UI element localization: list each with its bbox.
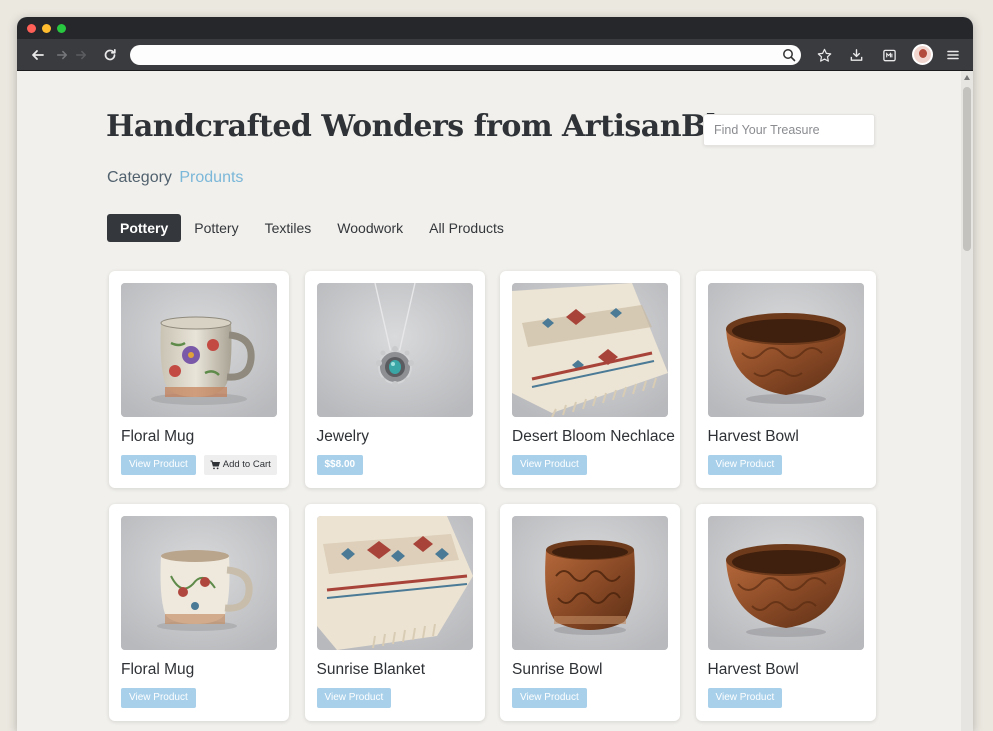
product-image[interactable] bbox=[121, 283, 277, 417]
tab-textiles[interactable]: Textiles bbox=[252, 214, 325, 242]
card-actions: View Product bbox=[707, 688, 783, 708]
maximize-window-button[interactable] bbox=[57, 24, 66, 33]
browser-window: Handcrafted Wonders from ArtisanBloom Fi… bbox=[17, 17, 973, 731]
product-card: Harvest Bowl View Product bbox=[695, 504, 876, 721]
add-to-cart-label: Add to Cart bbox=[222, 459, 271, 470]
vertical-scrollbar[interactable] bbox=[961, 71, 973, 731]
address-bar[interactable] bbox=[130, 45, 801, 65]
product-image[interactable] bbox=[121, 516, 277, 650]
tab-pottery[interactable]: Pottery bbox=[181, 214, 251, 242]
view-product-button[interactable]: View Product bbox=[121, 688, 196, 708]
product-image[interactable] bbox=[707, 516, 864, 650]
category-label: Category bbox=[107, 169, 172, 186]
product-name: Floral Mug bbox=[121, 428, 195, 445]
minimize-window-button[interactable] bbox=[42, 24, 51, 33]
star-icon[interactable] bbox=[814, 45, 834, 65]
scroll-up-arrow-icon[interactable] bbox=[964, 75, 970, 80]
view-product-button[interactable]: View Product bbox=[512, 688, 587, 708]
card-actions: View Product Add to Cart bbox=[121, 455, 277, 475]
product-name: Sunrise Blanket bbox=[316, 661, 426, 678]
page-viewport: Handcrafted Wonders from ArtisanBloom Fi… bbox=[17, 71, 973, 731]
view-product-button[interactable]: View Product bbox=[512, 455, 587, 475]
product-image[interactable] bbox=[316, 516, 473, 650]
search-input[interactable]: Find Your Treasure bbox=[703, 114, 875, 146]
product-image[interactable] bbox=[512, 516, 668, 650]
category-row: Category Produnts bbox=[107, 169, 243, 187]
title-bar bbox=[17, 17, 973, 39]
card-actions: View Product bbox=[707, 455, 783, 475]
forward-icon[interactable] bbox=[52, 45, 72, 65]
card-actions: View Product bbox=[512, 455, 587, 475]
tab-pottery-active[interactable]: Pottery bbox=[107, 214, 182, 242]
page-title: Handcrafted Wonders from ArtisanBloom bbox=[106, 109, 788, 144]
product-name: Desert Bloom Nechlace bbox=[512, 428, 675, 445]
product-grid: Floral Mug View Product Add to Cart Jewe… bbox=[109, 271, 876, 721]
product-card: Harvest Bowl View Product bbox=[695, 271, 876, 488]
scrollbar-thumb[interactable] bbox=[963, 87, 971, 251]
card-actions: $$8.00 bbox=[316, 455, 364, 475]
product-name: Floral Mug bbox=[121, 661, 195, 678]
search-icon[interactable] bbox=[782, 48, 796, 62]
card-actions: View Product bbox=[316, 688, 392, 708]
product-name: Jewelry bbox=[316, 428, 370, 445]
price-button[interactable]: $$8.00 bbox=[316, 455, 364, 475]
browser-toolbar bbox=[17, 39, 973, 71]
avatar[interactable] bbox=[912, 44, 933, 65]
category-value[interactable]: Produnts bbox=[179, 169, 243, 186]
extension-icon[interactable] bbox=[879, 45, 899, 65]
product-image[interactable] bbox=[707, 283, 864, 417]
view-product-button[interactable]: View Product bbox=[707, 455, 783, 475]
menu-icon[interactable] bbox=[943, 45, 963, 65]
product-name: Harvest Bowl bbox=[707, 428, 799, 445]
reload-icon[interactable] bbox=[100, 45, 120, 65]
product-name: Sunrise Bowl bbox=[512, 661, 603, 678]
card-actions: View Product bbox=[121, 688, 196, 708]
close-window-button[interactable] bbox=[27, 24, 36, 33]
product-image[interactable] bbox=[512, 283, 668, 417]
back-icon[interactable] bbox=[28, 45, 48, 65]
view-product-button[interactable]: View Product bbox=[707, 688, 783, 708]
view-product-button[interactable]: View Product bbox=[121, 455, 196, 475]
product-card: Floral Mug View Product bbox=[109, 504, 289, 721]
product-card: Sunrise Blanket View Product bbox=[304, 504, 485, 721]
tab-all-products[interactable]: All Products bbox=[416, 214, 517, 242]
card-actions: View Product bbox=[512, 688, 587, 708]
view-product-button[interactable]: View Product bbox=[316, 688, 392, 708]
add-to-cart-button[interactable]: Add to Cart bbox=[203, 455, 277, 475]
product-image[interactable] bbox=[316, 283, 473, 417]
category-tabs: Pottery Pottery Textiles Woodwork All Pr… bbox=[107, 214, 517, 242]
forward-disabled-icon bbox=[71, 45, 91, 65]
product-card: Jewelry $$8.00 bbox=[304, 271, 485, 488]
tab-woodwork[interactable]: Woodwork bbox=[324, 214, 416, 242]
product-card: Floral Mug View Product Add to Cart bbox=[109, 271, 289, 488]
product-name: Harvest Bowl bbox=[707, 661, 799, 678]
product-card: Sunrise Bowl View Product bbox=[500, 504, 680, 721]
product-card: Desert Bloom Nechlace View Product bbox=[500, 271, 680, 488]
download-icon[interactable] bbox=[846, 45, 866, 65]
cart-icon bbox=[210, 460, 220, 470]
